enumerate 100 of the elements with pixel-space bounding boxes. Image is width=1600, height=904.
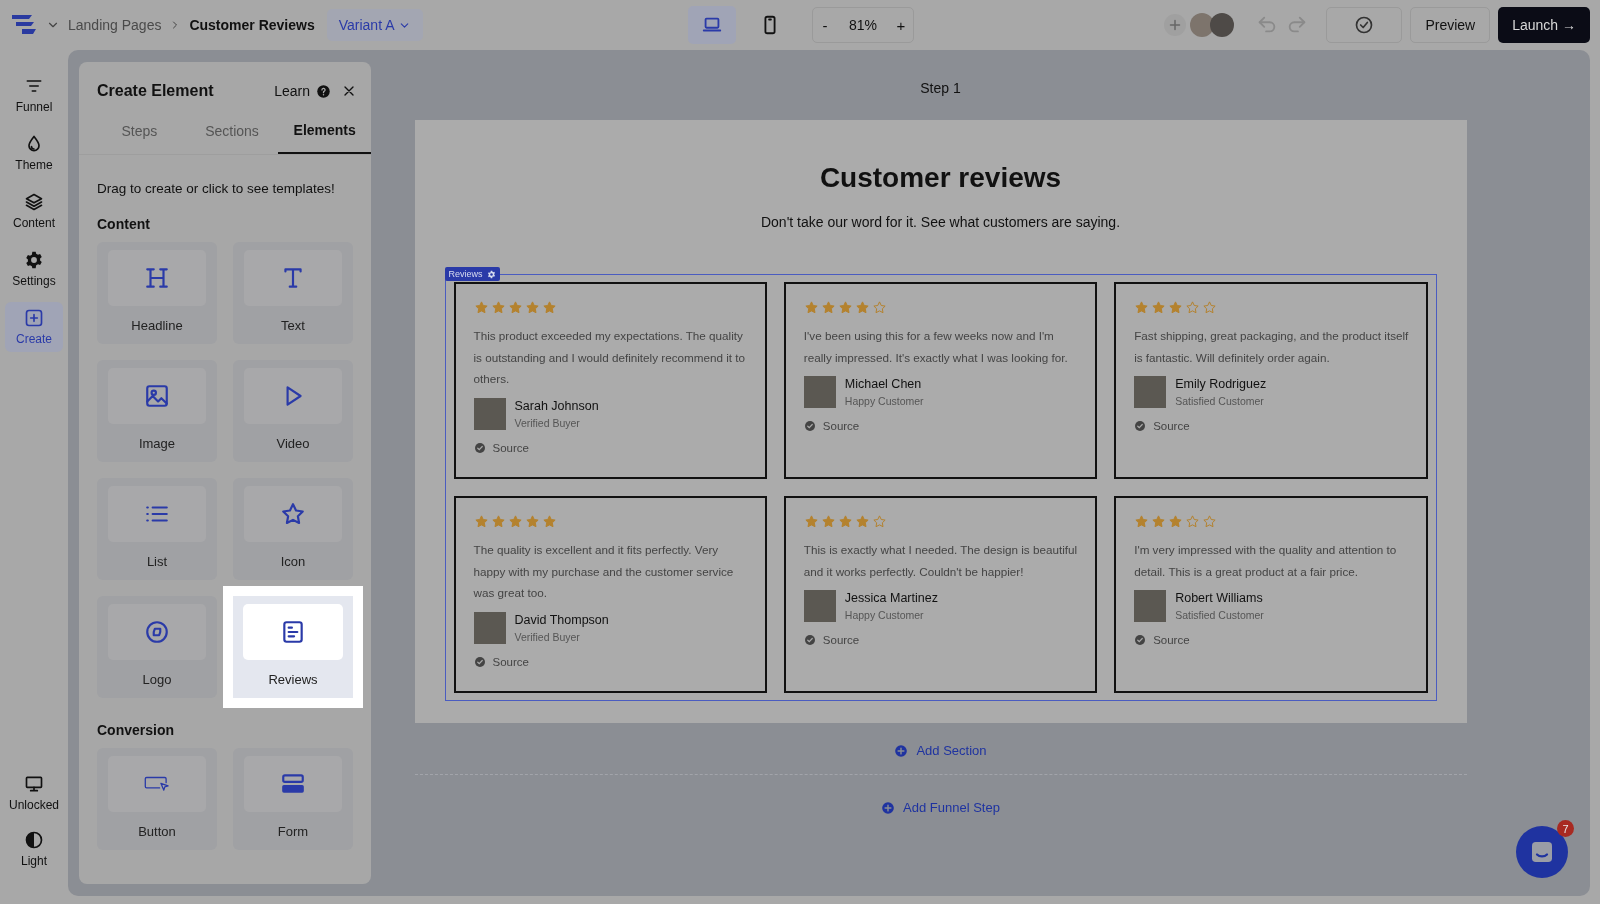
star-filled-icon — [541, 300, 557, 315]
star-filled-icon — [473, 514, 489, 529]
review-text: I've been using this for a few weeks now and I'm really impressed. It's exactly what I was looking for. — [803, 328, 1069, 366]
element-tile[interactable]: Text — [233, 242, 353, 344]
star-filled-icon — [490, 300, 506, 315]
learn-link[interactable]: Learn — [274, 83, 331, 99]
star-filled-icon — [1151, 300, 1167, 315]
element-tile[interactable]: Form — [233, 748, 353, 850]
star-filled-icon — [1168, 514, 1184, 529]
tab[interactable]: Sections — [185, 110, 279, 154]
star-outline-icon — [1185, 300, 1201, 315]
plus-circle-icon — [894, 743, 909, 758]
rail-item[interactable]: Unlocked — [5, 768, 63, 818]
zoom-out-button[interactable]: - — [813, 16, 837, 34]
review-text: The quality is excellent and it fits perfectly. Very happy with my purchase and the customer service was great too. — [473, 542, 735, 601]
photo-placeholder — [803, 590, 836, 622]
element-tile[interactable]: Logo — [97, 596, 217, 698]
device-toggle[interactable] — [688, 6, 736, 44]
star-filled-icon — [1134, 300, 1150, 315]
star-filled-icon — [1134, 514, 1150, 529]
reviewer-name: Sarah Johnson — [514, 398, 599, 413]
star-filled-icon — [854, 514, 870, 529]
plus-square-icon — [24, 308, 44, 328]
star-filled-icon — [507, 514, 523, 529]
element-tile[interactable]: Video — [233, 360, 353, 462]
chat-button[interactable] — [1516, 826, 1568, 878]
zoom-in-button[interactable]: + — [889, 16, 913, 34]
add-section-button[interactable]: Add Section — [894, 743, 987, 758]
element-tile[interactable]: Headline — [97, 242, 217, 344]
source-link[interactable]: Source — [492, 655, 529, 668]
star-filled-icon — [524, 300, 540, 315]
rail-item[interactable]: Settings — [5, 244, 63, 294]
check-circle-icon — [473, 655, 486, 668]
star-filled-icon — [1151, 514, 1167, 529]
rail-item[interactable]: Theme — [5, 128, 63, 178]
monitor-icon — [24, 774, 44, 794]
section-heading: Content — [97, 216, 151, 232]
element-tile[interactable]: Icon — [233, 478, 353, 580]
settings-icon — [486, 269, 496, 279]
breadcrumb-item: Customer Reviews — [189, 17, 315, 33]
tab[interactable]: Steps — [93, 110, 186, 154]
logo-icon[interactable] — [10, 13, 38, 37]
tab[interactable]: Elements — [278, 110, 371, 154]
source-link[interactable]: Source — [492, 441, 529, 454]
rail-item[interactable]: Light — [5, 824, 63, 874]
review-text: Fast shipping, great packaging, and the product itself is fantastic. Will definitely order again. — [1134, 328, 1410, 366]
panel-title: Create Element — [97, 82, 215, 100]
element-tile[interactable]: List — [97, 478, 217, 580]
photo-placeholder — [803, 376, 836, 408]
star-filled-icon — [473, 300, 489, 315]
source-link[interactable]: Source — [822, 420, 860, 432]
star-outline-icon — [1185, 514, 1201, 529]
circle-logo-icon — [144, 619, 170, 645]
source-link[interactable]: Source — [822, 634, 860, 646]
check-circle-icon — [1134, 634, 1147, 646]
add-funnel-step-button[interactable]: Add Funnel Step — [881, 800, 1000, 815]
contrast-icon — [24, 830, 44, 850]
rail-item[interactable]: Create — [5, 302, 63, 352]
rail-item[interactable]: Funnel — [5, 70, 63, 120]
source-link[interactable]: Source — [1153, 634, 1190, 646]
reviewer-name: Emily Rodriguez — [1175, 377, 1267, 391]
photo-placeholder — [1134, 376, 1167, 408]
star-filled-icon — [820, 300, 836, 315]
star-filled-icon — [507, 300, 523, 315]
reviewer-role: Happy Customer — [844, 609, 925, 621]
check-button[interactable] — [1326, 7, 1403, 43]
zoom-value: 81% — [848, 17, 878, 33]
help-icon — [316, 83, 331, 99]
page-subheading: Don't take our word for it. See what customers are saying. — [760, 214, 1121, 230]
preview-button[interactable]: Preview — [1410, 7, 1491, 43]
breadcrumb-item[interactable]: Landing Pages — [68, 17, 162, 33]
star-filled-icon — [490, 514, 506, 529]
star-outline-icon — [1202, 300, 1218, 315]
reviewer-name: Robert Williams — [1175, 591, 1264, 605]
notification-badge: 7 — [1557, 820, 1574, 837]
reviewer-role: Satisfied Customer — [1175, 395, 1265, 407]
variant-dropdown[interactable]: Variant A — [326, 9, 424, 41]
reviewer-role: Happy Customer — [844, 395, 924, 407]
reviewer-name: Michael Chen — [844, 377, 923, 391]
star-filled-icon — [803, 300, 819, 315]
star-filled-icon — [541, 514, 557, 529]
review-text: This is exactly what I needed. The design is beautiful and it works perfectly. Couldn't be happier! — [803, 542, 1079, 580]
letter-h-icon — [144, 265, 170, 291]
element-tile[interactable]: Image — [97, 360, 217, 462]
star-outline-icon — [871, 514, 887, 529]
launch-button[interactable]: Launch → — [1498, 7, 1590, 43]
instruction-text: Drag to create or click to see templates! — [97, 181, 336, 196]
reviewer-role: Satisfied Customer — [1175, 609, 1264, 621]
check-circle-icon — [803, 634, 816, 646]
element-tile[interactable]: Reviews — [223, 586, 363, 708]
star-filled-icon — [820, 514, 836, 529]
element-tile[interactable]: Button — [97, 748, 217, 850]
photo-placeholder — [473, 397, 506, 430]
page-heading: Customer reviews — [819, 162, 1062, 194]
star-icon — [280, 501, 306, 527]
source-link[interactable]: Source — [1153, 420, 1190, 432]
rail-item[interactable]: Content — [5, 186, 63, 236]
star-filled-icon — [803, 514, 819, 529]
layers-icon — [24, 192, 44, 212]
check-circle-icon — [803, 420, 816, 432]
